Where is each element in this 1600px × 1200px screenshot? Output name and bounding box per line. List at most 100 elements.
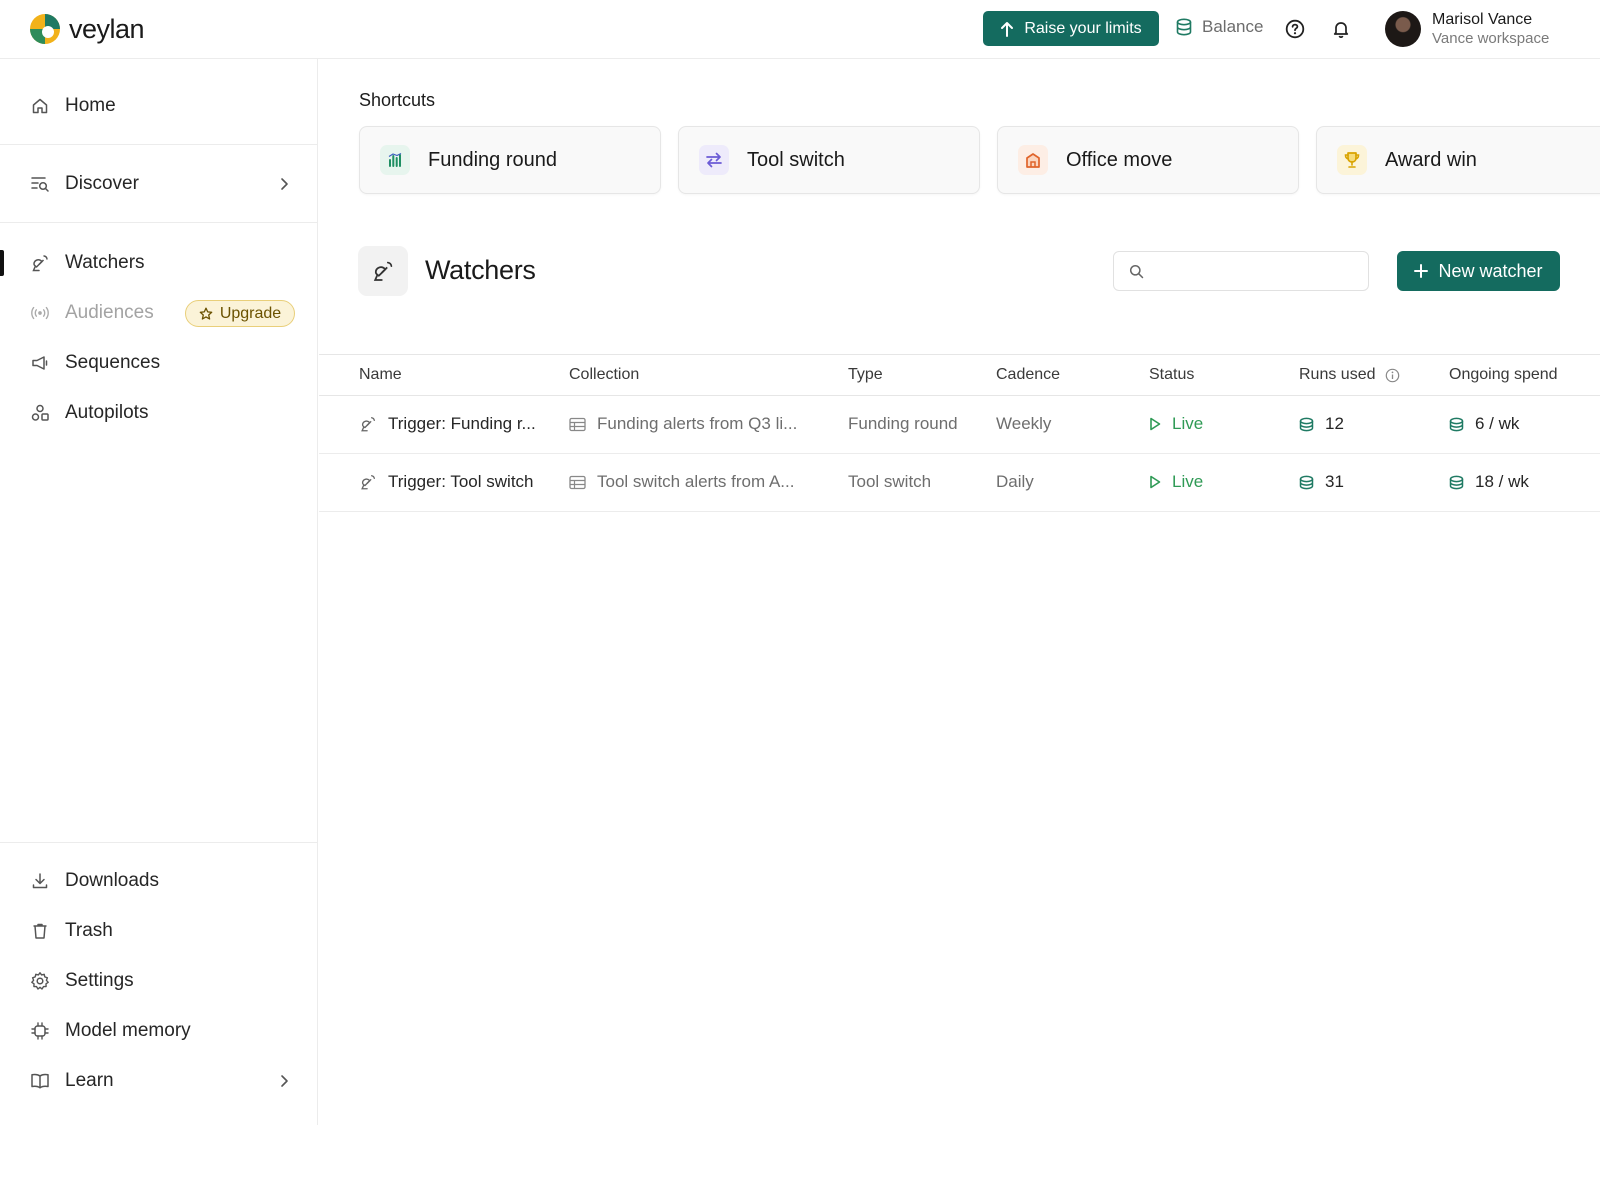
table-icon: [569, 475, 586, 489]
notifications-button[interactable]: [1333, 20, 1349, 38]
bell-icon: [1333, 22, 1349, 38]
raise-limits-label: Raise your limits: [1024, 19, 1142, 37]
watchers-page-icon: [358, 246, 408, 296]
balance-button[interactable]: Balance: [1176, 17, 1263, 37]
logo[interactable]: veylan: [29, 13, 145, 45]
brand-name: veylan: [69, 13, 145, 44]
sidebar-item-label: Downloads: [65, 870, 159, 891]
spend-value: 18 / wk: [1475, 472, 1529, 491]
column-header-ongoing-spend[interactable]: Ongoing spend: [1449, 366, 1558, 384]
cell-cadence: Weekly: [996, 414, 1051, 434]
column-header-name[interactable]: Name: [359, 366, 402, 384]
bar-chart-icon: [380, 145, 410, 175]
sidebar-item-watchers[interactable]: Watchers: [0, 243, 318, 283]
cell-runs-used: 12: [1299, 414, 1344, 434]
cell-cadence: Daily: [996, 472, 1034, 492]
cell-status: Live: [1149, 472, 1203, 492]
shortcut-label: Office move: [1066, 148, 1173, 171]
top-bar: veylan Raise your limits Balance Marisol…: [0, 0, 1600, 59]
sidebar-item-sequences[interactable]: Sequences: [0, 343, 318, 383]
shortcut-office-move[interactable]: Office move: [997, 126, 1299, 194]
cell-collection[interactable]: Tool switch alerts from A...: [569, 472, 794, 492]
satellite-dish-icon: [361, 417, 375, 432]
sidebar-item-label: Trash: [65, 920, 113, 941]
search-list-icon: [30, 174, 50, 194]
watcher-name: Trigger: Funding r...: [388, 414, 536, 433]
sidebar-item-label: Watchers: [65, 252, 145, 273]
plus-icon: [1414, 264, 1429, 278]
runs-value: 31: [1325, 472, 1344, 491]
cell-collection[interactable]: Funding alerts from Q3 li...: [569, 414, 797, 434]
watcher-name: Trigger: Tool switch: [388, 472, 534, 491]
column-label: Type: [848, 366, 883, 383]
upgrade-label: Upgrade: [219, 304, 282, 322]
sidebar-item-learn[interactable]: Learn: [0, 1061, 318, 1101]
database-icon: [1299, 475, 1314, 489]
upgrade-badge[interactable]: Upgrade: [185, 300, 295, 327]
sidebar-item-settings[interactable]: Settings: [0, 961, 318, 1001]
cell-type: Funding round: [848, 414, 958, 434]
column-header-runs-used[interactable]: Runs used: [1299, 366, 1400, 384]
sidebar-divider: [0, 842, 318, 843]
new-watcher-button[interactable]: New watcher: [1397, 251, 1560, 291]
sidebar-item-home[interactable]: Home: [0, 86, 318, 126]
workspace-name: Vance workspace: [1432, 30, 1550, 47]
chevron-right-icon: [279, 177, 289, 191]
book-icon: [30, 1071, 50, 1091]
satellite-dish-icon: [361, 475, 375, 490]
arrow-up-icon: [1001, 21, 1014, 37]
shortcut-funding-round[interactable]: Funding round: [359, 126, 661, 194]
building-icon: [1018, 145, 1048, 175]
new-watcher-label: New watcher: [1438, 260, 1543, 281]
shortcut-tool-switch[interactable]: Tool switch: [678, 126, 980, 194]
column-label: Name: [359, 366, 402, 383]
user-menu[interactable]: Marisol Vance Vance workspace: [1432, 10, 1549, 48]
cell-ongoing-spend: 18 / wk: [1449, 472, 1529, 492]
spend-value: 6 / wk: [1475, 414, 1520, 433]
broadcast-icon: [30, 303, 50, 323]
trash-icon: [30, 921, 50, 941]
question-circle-icon: [1285, 19, 1305, 39]
watchers-table: Name Collection Type Cadence Status Runs…: [319, 354, 1600, 512]
star-icon: [199, 307, 213, 320]
column-header-status[interactable]: Status: [1149, 366, 1194, 384]
table-row[interactable]: Trigger: Funding r... Funding alerts fro…: [319, 396, 1600, 454]
sidebar-item-downloads[interactable]: Downloads: [0, 861, 318, 901]
sidebar-item-label: Model memory: [65, 1020, 191, 1041]
column-header-cadence[interactable]: Cadence: [996, 366, 1060, 384]
sidebar-item-trash[interactable]: Trash: [0, 911, 318, 951]
table-row[interactable]: Trigger: Tool switch Tool switch alerts …: [319, 454, 1600, 512]
download-icon: [30, 871, 50, 891]
page-title: Watchers: [425, 255, 536, 285]
cadence-value: Daily: [996, 472, 1034, 491]
sidebar-item-label: Discover: [65, 173, 139, 194]
shortcut-award-win[interactable]: Award win: [1316, 126, 1600, 194]
column-label: Status: [1149, 366, 1195, 383]
sidebar-item-discover[interactable]: Discover: [0, 164, 318, 204]
trophy-icon: [1337, 145, 1367, 175]
cell-ongoing-spend: 6 / wk: [1449, 414, 1519, 434]
search-input[interactable]: [1154, 262, 1364, 280]
info-icon[interactable]: [1385, 368, 1400, 383]
column-label: Runs used: [1299, 366, 1376, 383]
search-box[interactable]: [1113, 251, 1369, 291]
cell-name: Trigger: Tool switch: [359, 472, 534, 492]
avatar[interactable]: [1385, 11, 1421, 47]
sidebar-item-label: Audiences: [65, 302, 154, 323]
database-icon: [1299, 417, 1314, 431]
shortcut-label: Award win: [1385, 148, 1477, 171]
raise-limits-button[interactable]: Raise your limits: [983, 11, 1159, 46]
help-button[interactable]: [1285, 19, 1305, 39]
table-header: Name Collection Type Cadence Status Runs…: [319, 354, 1600, 396]
column-header-collection[interactable]: Collection: [569, 366, 639, 384]
shortcuts-title: Shortcuts: [359, 90, 436, 110]
sidebar-item-model-memory[interactable]: Model memory: [0, 1011, 318, 1051]
logo-mark-icon: [30, 14, 60, 44]
cell-type: Tool switch: [848, 472, 931, 492]
arrows-swap-icon: [699, 145, 729, 175]
column-header-type[interactable]: Type: [848, 366, 883, 384]
sidebar-item-autopilots[interactable]: Autopilots: [0, 393, 318, 433]
sidebar: Home Discover Watchers Audiences Upgrade: [0, 59, 318, 1125]
collection-name: Tool switch alerts from A...: [597, 472, 795, 491]
database-icon: [1449, 417, 1464, 431]
